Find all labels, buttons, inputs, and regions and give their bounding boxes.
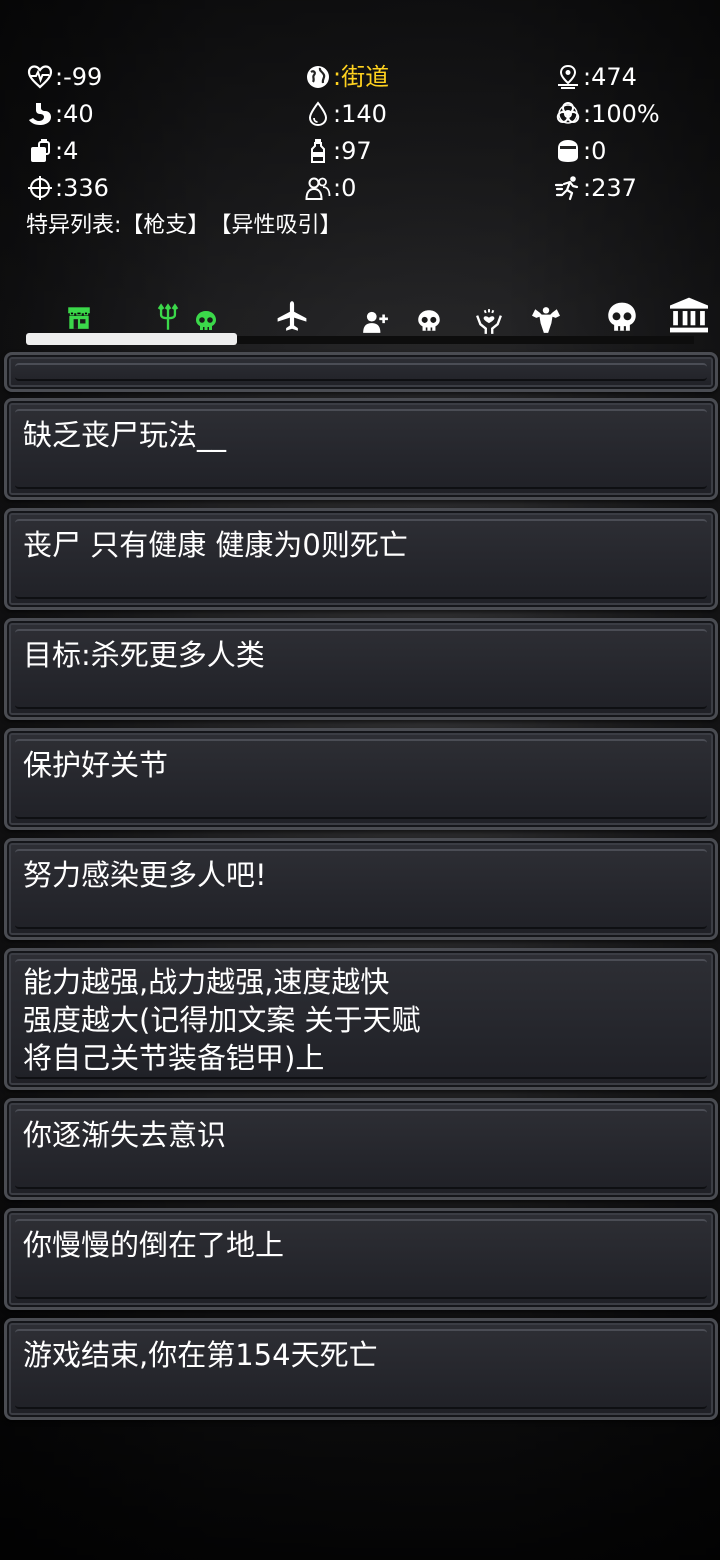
- stats-panel: :-99 :街道 :474 :40 :140:100%:4:97:0:…: [26, 58, 706, 242]
- stat-health-value: :-99: [55, 62, 103, 91]
- stat-companions-value: :0: [333, 173, 357, 202]
- tab-shop[interactable]: [64, 300, 94, 334]
- log-card: 丧尸 只有健康 健康为0则死亡: [4, 508, 718, 610]
- stats-row-1: :-99 :街道 :474: [26, 58, 706, 95]
- bank-icon: [670, 297, 708, 333]
- log-text: 目标:杀死更多人类: [23, 638, 265, 672]
- log-text: 缺乏丧尸玩法__: [23, 418, 227, 452]
- log-text: 游戏结束,你在第154天死亡: [23, 1338, 378, 1372]
- tab-bar: [26, 296, 708, 350]
- log-text: 丧尸 只有健康 健康为0则死亡: [23, 528, 408, 562]
- stats-row-3: :4 :97 :0: [26, 132, 706, 169]
- log-card: 努力感染更多人吧!: [4, 838, 718, 940]
- stat-armor: :0: [554, 136, 606, 166]
- heart-pulse-icon: [26, 63, 54, 91]
- tab-recruit[interactable]: [360, 300, 390, 334]
- bottle-icon: [304, 137, 332, 165]
- stat-speed-value: :237: [583, 173, 637, 202]
- stat-armor-value: :0: [583, 136, 607, 165]
- stat-drink-value: :97: [333, 136, 372, 165]
- log-card: 你慢慢的倒在了地上: [4, 1208, 718, 1310]
- stat-water: :140: [304, 99, 554, 129]
- stat-hunger: :40: [26, 99, 304, 129]
- tab-training[interactable]: [528, 300, 564, 334]
- stat-attack-value: :336: [55, 173, 109, 202]
- log-card-partial: [4, 352, 718, 392]
- skull-icon: [418, 310, 440, 331]
- stat-location: :街道: [304, 62, 554, 92]
- skull-icon: [196, 311, 216, 330]
- traits-label: 特异列表:: [26, 213, 122, 238]
- tab-care[interactable]: [474, 300, 504, 334]
- log-card: 目标:杀死更多人类: [4, 618, 718, 720]
- stat-infection: :100%: [554, 99, 660, 129]
- helmet-icon: [554, 137, 582, 165]
- food-can-icon: [26, 137, 54, 165]
- log-card: 游戏结束,你在第154天死亡: [4, 1318, 718, 1420]
- tab-travel[interactable]: [274, 300, 310, 334]
- stat-food: :4: [26, 136, 304, 166]
- log-text: 努力感染更多人吧!: [23, 858, 267, 892]
- stat-water-value: :140: [333, 99, 387, 128]
- add-user-icon: [363, 311, 388, 333]
- stat-infection-value: :100%: [583, 99, 660, 128]
- stomach-icon: [26, 100, 54, 128]
- stats-row-2: :40 :140 :100%: [26, 95, 706, 132]
- log-card: 缺乏丧尸玩法__: [4, 398, 718, 500]
- stat-distance-value: :474: [583, 62, 637, 91]
- log-text: 你逐渐失去意识: [23, 1118, 227, 1152]
- tab-undead[interactable]: [604, 300, 640, 334]
- biohazard-icon: [554, 100, 582, 128]
- stat-drink: :97: [304, 136, 554, 166]
- shop-icon: [68, 307, 90, 329]
- tab-zombies[interactable]: [414, 300, 444, 334]
- log-card: 能力越强,战力越强,速度越快 强度越大(记得加文案 关于天赋 将自己关节装备铠甲…: [4, 948, 718, 1090]
- log-card: 保护好关节: [4, 728, 718, 830]
- muscle-icon: [532, 307, 560, 333]
- log-text: 你慢慢的倒在了地上: [23, 1228, 285, 1262]
- hands-heart-icon: [476, 309, 502, 334]
- stat-location-value: :街道: [333, 62, 390, 91]
- stat-hunger-value: :40: [55, 99, 94, 128]
- water-drop-icon: [304, 100, 332, 128]
- location-pin-icon: [554, 63, 582, 91]
- trait-item: 【枪支】: [121, 213, 210, 238]
- running-icon: [554, 174, 582, 202]
- people-icon: [304, 174, 332, 202]
- globe-icon: [304, 63, 332, 91]
- trident-icon: [157, 303, 179, 330]
- stat-distance: :474: [554, 62, 637, 92]
- stat-attack: :336: [26, 173, 304, 203]
- stat-speed: :237: [554, 173, 637, 203]
- log-text: 保护好关节: [23, 748, 169, 782]
- traits-list: 特异列表: 【枪支】 【异性吸引】: [26, 210, 706, 242]
- stats-row-4: :336 :0 :237: [26, 169, 706, 206]
- skull-large-icon: [608, 302, 636, 331]
- log-card: 你逐渐失去意识: [4, 1098, 718, 1200]
- tab-zombie-skills[interactable]: [148, 300, 224, 334]
- tab-active-indicator: [26, 333, 237, 345]
- tab-bank[interactable]: [668, 297, 710, 334]
- log-text: 能力越强,战力越强,速度越快 强度越大(记得加文案 关于天赋 将自己关节装备铠甲…: [23, 965, 421, 1075]
- event-log[interactable]: 缺乏丧尸玩法__ 丧尸 只有健康 健康为0则死亡 目标:杀死更多人类 保护好关节…: [4, 352, 718, 1428]
- stat-food-value: :4: [55, 136, 79, 165]
- stat-companions: :0: [304, 173, 554, 203]
- crosshair-icon: [26, 174, 54, 202]
- trait-item: 【异性吸引】: [209, 213, 342, 238]
- airplane-icon: [277, 301, 307, 331]
- stat-health: :-99: [26, 62, 304, 92]
